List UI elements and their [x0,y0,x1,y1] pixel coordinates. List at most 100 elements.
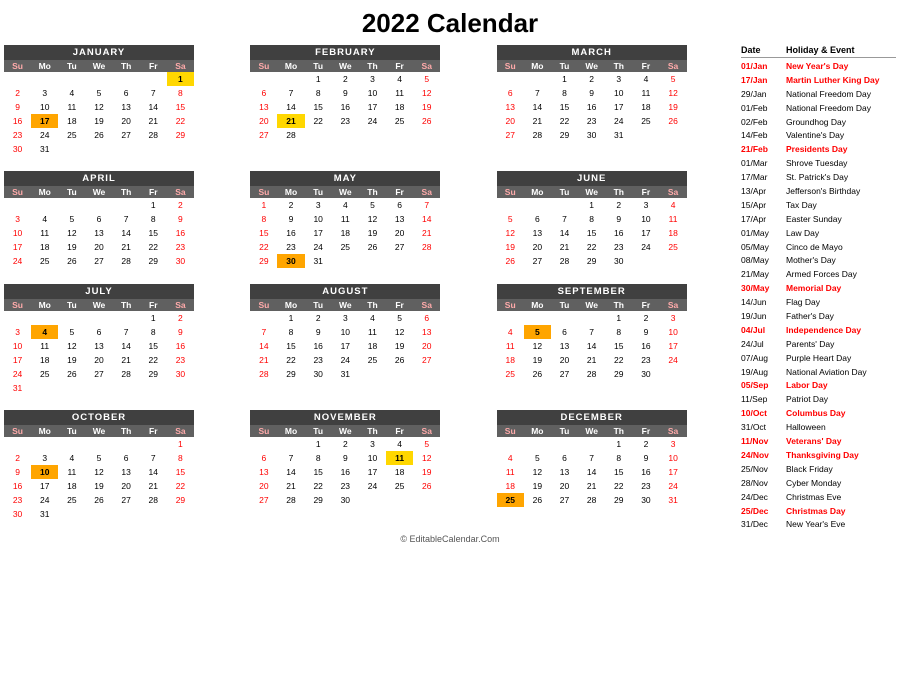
calendar-day: 3 [605,72,632,86]
sidebar-row-date: 01/May [741,228,786,240]
calendar-day: 20 [250,479,277,493]
calendar-day: 27 [551,493,578,507]
calendar-day: 15 [250,226,277,240]
calendar-day: 24 [332,353,359,367]
sidebar-row-event: Law Day [786,228,896,240]
calendar-day: 18 [58,114,85,128]
calendar-day: 12 [497,226,524,240]
calendar-day: 7 [413,198,440,212]
calendar-day: 9 [4,100,31,114]
calendar-day: 11 [497,339,524,353]
calendar-day: 21 [413,226,440,240]
calendar-day: 20 [524,240,551,254]
calendar-day: 31 [4,381,31,395]
calendar-day: 19 [85,479,112,493]
calendar-day: 15 [167,465,194,479]
calendar-day: 6 [497,86,524,100]
calendar-day [140,507,167,521]
calendar-day: 30 [605,254,632,268]
calendar-day [660,128,687,142]
calendar-day: 29 [140,254,167,268]
calendar-day: 28 [551,254,578,268]
calendar-day: 8 [277,325,304,339]
calendar-day: 8 [605,451,632,465]
calendar-day: 29 [167,493,194,507]
calendar-day: 4 [497,325,524,339]
calendar-day: 13 [524,226,551,240]
calendar-day: 18 [332,226,359,240]
calendar-day: 19 [524,353,551,367]
calendar-day: 24 [305,240,332,254]
calendar-day: 1 [605,311,632,325]
sidebar-row-date: 04/Jul [741,325,786,337]
calendar-day: 3 [359,72,386,86]
calendar-day: 5 [386,311,413,325]
sidebar-row-event: St. Patrick's Day [786,172,896,184]
calendar-day: 23 [632,353,659,367]
calendar-day: 30 [332,493,359,507]
calendar-day: 7 [524,86,551,100]
calendar-day: 1 [167,72,194,86]
calendar-day: 27 [386,240,413,254]
calendar-day: 30 [305,367,332,381]
calendar-day: 27 [551,367,578,381]
calendars-grid: JANUARYSuMoTuWeThFrSa1234567891011121314… [4,45,737,532]
calendar-day: 2 [605,198,632,212]
calendar-day [524,311,551,325]
calendar-day: 2 [332,72,359,86]
sidebar-row-event: National Freedom Day [786,103,896,115]
calendar-day: 23 [167,353,194,367]
calendar-day [85,142,112,156]
calendar-day: 21 [113,240,140,254]
calendar-day: 27 [497,128,524,142]
calendar-day: 15 [605,465,632,479]
sidebar-row-event: Jefferson's Birthday [786,186,896,198]
sidebar-row: 14/FebValentine's Day [741,129,896,143]
sidebar-row: 01/MayLaw Day [741,227,896,241]
calendar-day: 29 [605,493,632,507]
calendar-day: 26 [524,367,551,381]
calendar-day: 17 [31,114,58,128]
calendar-day: 26 [660,114,687,128]
calendar-day: 22 [140,240,167,254]
calendar-day [58,142,85,156]
sidebar-row-date: 21/Feb [741,144,786,156]
calendar-day: 17 [4,353,31,367]
calendar-day: 24 [31,128,58,142]
calendar-day: 12 [85,465,112,479]
calendar-day: 6 [413,311,440,325]
calendar-day [413,254,440,268]
calendar-day: 9 [605,212,632,226]
calendar-day: 8 [305,86,332,100]
calendar-day: 21 [113,353,140,367]
sidebar-row: 31/DecNew Year's Eve [741,518,896,532]
calendar-day: 14 [140,465,167,479]
month-september: SEPTEMBERSuMoTuWeThFrSa12345678910111213… [497,284,687,406]
calendar-day: 6 [85,212,112,226]
sidebar-row: 31/OctHalloween [741,421,896,435]
calendar-day: 8 [551,86,578,100]
calendar-day: 24 [660,353,687,367]
calendar-day: 13 [113,100,140,114]
calendar-day: 17 [31,479,58,493]
calendar-day: 7 [113,212,140,226]
month-may: MAYSuMoTuWeThFrSa12345678910111213141516… [250,171,440,279]
calendar-day: 25 [332,240,359,254]
calendar-day: 29 [250,254,277,268]
calendar-day: 22 [605,479,632,493]
calendar-day [167,142,194,156]
month-title: APRIL [4,171,194,186]
calendar-day [250,437,277,451]
calendar-day: 16 [578,100,605,114]
calendar-day: 17 [660,465,687,479]
month-october: OCTOBERSuMoTuWeThFrSa1234567891011121314… [4,410,194,532]
calendar-day: 10 [332,325,359,339]
calendar-day: 20 [413,339,440,353]
calendar-day: 20 [113,114,140,128]
calendar-day: 3 [31,451,58,465]
month-april: APRILSuMoTuWeThFrSa123456789101112131415… [4,171,194,279]
month-december: DECEMBERSuMoTuWeThFrSa123456789101112131… [497,410,687,532]
calendar-day [31,72,58,86]
calendar-day: 23 [632,479,659,493]
sidebar-row-date: 14/Jun [741,297,786,309]
